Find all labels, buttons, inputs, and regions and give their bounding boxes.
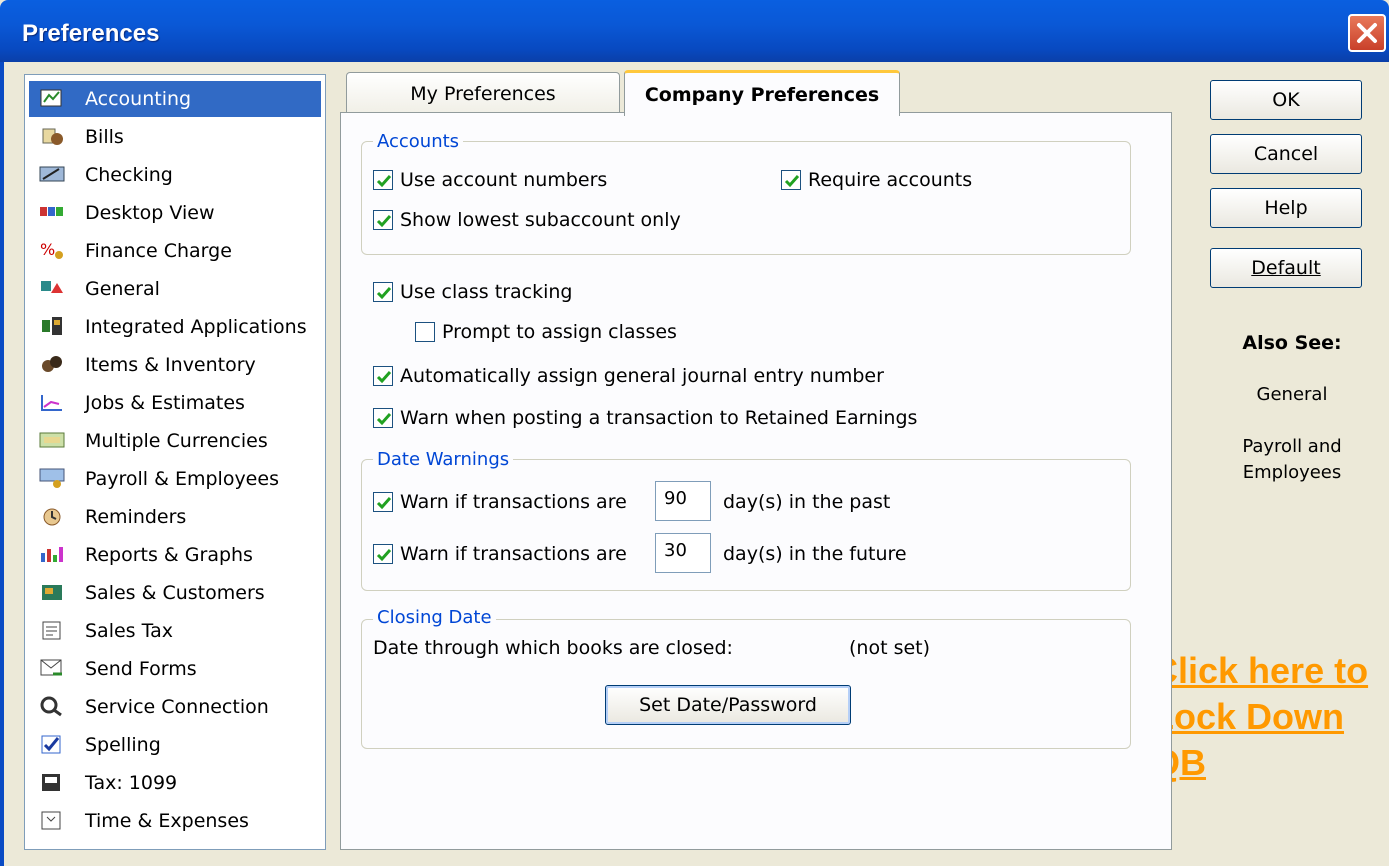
spelling-icon [39,733,67,757]
set-date-password-button[interactable]: Set Date/Password [605,685,851,725]
checkbox-box [373,170,393,190]
category-item-reports-graphs[interactable]: Reports & Graphs [29,537,321,573]
prompt-assign-classes-checkbox[interactable]: Prompt to assign classes [415,321,677,343]
category-list[interactable]: Accounting Bills Checking Desktop View %… [24,74,326,850]
tab-my-preferences[interactable]: My Preferences [346,72,620,114]
category-item-finance-charge[interactable]: % Finance Charge [29,233,321,269]
accounting-icon [39,87,67,111]
integrated-applications-icon [39,315,67,339]
closing-date-label: Date through which books are closed: [373,637,733,659]
also-see-payroll-link[interactable]: Payroll and [1212,436,1372,457]
category-item-send-forms[interactable]: Send Forms [29,651,321,687]
category-item-reminders[interactable]: Reminders [29,499,321,535]
sales-customers-icon [39,581,67,605]
checkbox-box [373,282,393,302]
tax-1099-icon [39,771,67,795]
also-see-heading: Also See: [1242,332,1342,354]
warn-retained-earnings-checkbox[interactable]: Warn when posting a transaction to Retai… [373,407,917,429]
also-see-general-link[interactable]: General [1212,384,1372,405]
warn-future-checkbox[interactable]: Warn if transactions are [373,543,627,565]
multiple-currencies-icon [39,429,67,453]
ok-button[interactable]: OK [1210,80,1362,120]
category-item-time-expenses[interactable]: Time & Expenses [29,803,321,839]
use-account-numbers-checkbox[interactable]: Use account numbers [373,169,607,191]
window-title: Preferences [22,20,160,47]
reports-graphs-icon [39,543,67,567]
send-forms-icon [39,657,67,681]
also-see-payroll-link-line2[interactable]: Employees [1212,462,1372,483]
category-item-multiple-currencies[interactable]: Multiple Currencies [29,423,321,459]
checkbox-box [415,322,435,342]
category-item-bills[interactable]: Bills [29,119,321,155]
date-warnings-group [361,459,1131,591]
desktop-view-icon [39,201,67,225]
closing-date-value: (not set) [849,637,931,659]
warn-past-checkbox[interactable]: Warn if transactions are [373,491,627,513]
tab-panel: Accounts Use account numbers Require acc… [340,112,1172,850]
service-connection-icon [39,695,67,719]
accounts-group-title: Accounts [373,131,464,152]
lock-down-annotation: Click here to Lock Down QB [1152,650,1369,783]
sales-tax-icon [39,619,67,643]
past-days-input[interactable]: 90 [655,481,711,521]
category-item-payroll-employees[interactable]: Payroll & Employees [29,461,321,497]
checkbox-box [373,210,393,230]
require-accounts-checkbox[interactable]: Require accounts [781,169,972,191]
checkbox-box [373,408,393,428]
checkbox-box [781,170,801,190]
closing-date-group-title: Closing Date [373,607,496,628]
past-days-suffix: day(s) in the past [723,491,891,513]
jobs-estimates-icon [39,391,67,415]
close-button[interactable] [1348,14,1386,52]
category-item-service-connection[interactable]: Service Connection [29,689,321,725]
title-bar: Preferences [0,0,1389,62]
category-item-jobs-estimates[interactable]: Jobs & Estimates [29,385,321,421]
future-days-suffix: day(s) in the future [723,543,907,565]
checkbox-box [373,366,393,386]
payroll-employees-icon [39,467,67,491]
future-days-input[interactable]: 30 [655,533,711,573]
date-warnings-group-title: Date Warnings [373,449,514,470]
checkbox-box [373,544,393,564]
reminders-icon [39,505,67,529]
category-item-accounting[interactable]: Accounting [29,81,321,117]
cancel-button[interactable]: Cancel [1210,134,1362,174]
time-expenses-icon [39,809,67,833]
general-icon [39,277,67,301]
auto-assign-journal-checkbox[interactable]: Automatically assign general journal ent… [373,365,884,387]
category-item-integrated-applications[interactable]: Integrated Applications [29,309,321,345]
accounts-group [361,141,1131,255]
default-button[interactable]: Default [1210,248,1362,288]
tab-company-preferences[interactable]: Company Preferences [624,70,900,116]
category-item-tax-1099[interactable]: Tax: 1099 [29,765,321,801]
category-item-sales-customers[interactable]: Sales & Customers [29,575,321,611]
category-item-items-inventory[interactable]: Items & Inventory [29,347,321,383]
help-button[interactable]: Help [1210,188,1362,228]
show-lowest-subaccount-checkbox[interactable]: Show lowest subaccount only [373,209,681,231]
checking-icon [39,163,67,187]
finance-charge-icon: % [39,239,67,263]
svg-text:%: % [40,240,55,259]
category-item-sales-tax[interactable]: Sales Tax [29,613,321,649]
checkbox-box [373,492,393,512]
category-item-desktop-view[interactable]: Desktop View [29,195,321,231]
category-item-checking[interactable]: Checking [29,157,321,193]
category-item-spelling[interactable]: Spelling [29,727,321,763]
items-inventory-icon [39,353,67,377]
use-class-tracking-checkbox[interactable]: Use class tracking [373,281,572,303]
bills-icon [39,125,67,149]
category-item-general[interactable]: General [29,271,321,307]
